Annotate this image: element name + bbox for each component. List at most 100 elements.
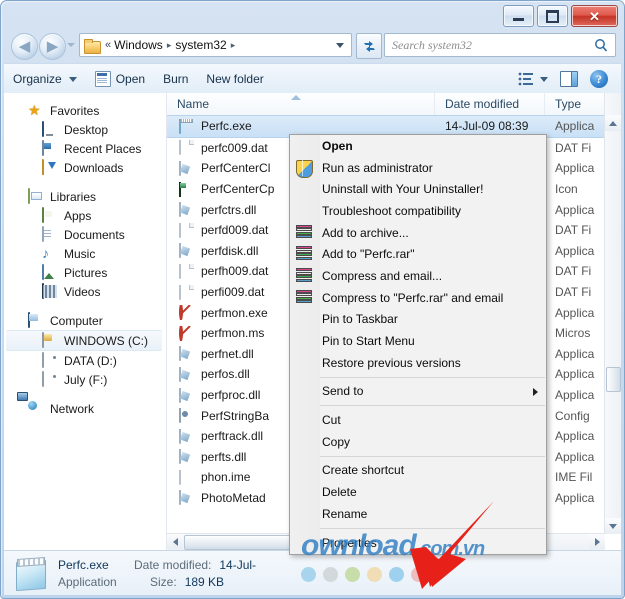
breadcrumb-overflow-icon[interactable]: « bbox=[105, 39, 111, 51]
menu-item-uninstall-with-your-uninstaller[interactable]: Uninstall with Your Uninstaller! bbox=[290, 178, 546, 200]
sidebar-label-documents: Documents bbox=[64, 227, 125, 242]
menu-item-properties[interactable]: Properties bbox=[290, 532, 546, 554]
menu-item-cut[interactable]: Cut bbox=[290, 409, 546, 431]
sidebar-label-apps: Apps bbox=[64, 208, 92, 223]
sidebar-label-pictures: Pictures bbox=[64, 265, 108, 280]
search-input[interactable]: Search system32 bbox=[392, 38, 472, 53]
search-box[interactable]: Search system32 bbox=[384, 33, 616, 57]
videos-icon bbox=[42, 283, 44, 299]
change-view-button[interactable] bbox=[513, 69, 553, 89]
menu-item-rename[interactable]: Rename bbox=[290, 503, 546, 525]
new-folder-button[interactable]: New folder bbox=[197, 67, 272, 91]
sidebar-item-pictures[interactable]: Pictures bbox=[4, 263, 166, 282]
file-type: Applica bbox=[555, 305, 595, 320]
organize-menu-button[interactable]: Organize bbox=[4, 67, 86, 91]
sidebar-item-desktop[interactable]: Desktop bbox=[4, 120, 166, 139]
apps-icon bbox=[42, 207, 44, 223]
preview-pane-button[interactable] bbox=[555, 68, 583, 90]
search-icon[interactable] bbox=[594, 38, 608, 53]
window-controls: ✕ bbox=[503, 5, 618, 27]
maximize-button[interactable] bbox=[537, 5, 568, 27]
file-name: perfdisk.dll bbox=[201, 243, 259, 258]
sidebar-item-favorites[interactable]: ★ Favorites bbox=[4, 101, 166, 120]
sidebar-item-july-f[interactable]: July (F:) bbox=[4, 370, 166, 389]
close-button[interactable]: ✕ bbox=[571, 5, 618, 27]
minimize-button[interactable] bbox=[503, 5, 534, 27]
dll-icon bbox=[179, 243, 181, 259]
menu-item-delete[interactable]: Delete bbox=[290, 481, 546, 503]
command-bar: Organize Open Burn New folder ? bbox=[4, 63, 621, 95]
vertical-scrollbar-thumb[interactable] bbox=[606, 367, 621, 392]
drive-icon bbox=[42, 352, 44, 368]
dll-icon bbox=[179, 366, 181, 382]
sidebar-item-music[interactable]: ♪ Music bbox=[4, 244, 166, 263]
menu-item-label: Troubleshoot compatibility bbox=[322, 203, 461, 218]
file-type: Applica bbox=[555, 388, 595, 403]
sidebar-label-music: Music bbox=[64, 246, 96, 261]
menu-item-add-to-archive[interactable]: Add to archive... bbox=[290, 222, 546, 244]
column-header-date-modified[interactable]: Date modified bbox=[435, 93, 545, 115]
menu-item-copy[interactable]: Copy bbox=[290, 431, 546, 453]
menu-item-create-shortcut[interactable]: Create shortcut bbox=[290, 460, 546, 482]
file-type: Applica bbox=[555, 449, 595, 464]
breadcrumb: « Windows ▸ system32 ▸ bbox=[104, 38, 239, 52]
address-bar[interactable]: « Windows ▸ system32 ▸ bbox=[79, 33, 352, 57]
menu-item-compress-to-perfc-rar-and-email[interactable]: Compress to "Perfc.rar" and email bbox=[290, 287, 546, 309]
sidebar-item-computer[interactable]: Computer bbox=[4, 311, 166, 330]
menu-item-add-to-perfc-rar[interactable]: Add to "Perfc.rar" bbox=[290, 243, 546, 265]
context-menu[interactable]: Open Run as administrator Uninstall with… bbox=[289, 134, 547, 555]
star-icon: ★ bbox=[28, 102, 41, 118]
breadcrumb-separator-icon[interactable]: ▸ bbox=[167, 40, 172, 51]
scroll-down-button[interactable] bbox=[605, 518, 621, 534]
menu-item-restore-previous-versions[interactable]: Restore previous versions bbox=[290, 352, 546, 374]
column-headers: Name Date modified Type bbox=[167, 93, 621, 116]
sidebar-item-recent-places[interactable]: Recent Places bbox=[4, 139, 166, 158]
sidebar-label-desktop: Desktop bbox=[64, 122, 109, 137]
scroll-up-button[interactable] bbox=[605, 115, 621, 131]
menu-item-compress-and-email[interactable]: Compress and email... bbox=[290, 265, 546, 287]
back-arrow-icon: ◀ bbox=[18, 37, 31, 55]
details-text: Perfc.exe Date modified: 14-Jul- Applica… bbox=[58, 558, 256, 589]
sidebar-item-network[interactable]: Network bbox=[4, 399, 166, 418]
menu-item-run-as-administrator[interactable]: Run as administrator bbox=[290, 157, 546, 179]
breadcrumb-separator-icon-2[interactable]: ▸ bbox=[231, 40, 236, 51]
forward-button[interactable]: ▶ bbox=[39, 33, 66, 60]
file-type: DAT Fi bbox=[555, 264, 592, 279]
sidebar-item-videos[interactable]: Videos bbox=[4, 282, 166, 301]
sidebar-item-data-d[interactable]: DATA (D:) bbox=[4, 351, 166, 370]
breadcrumb-item-windows[interactable]: Windows bbox=[114, 38, 163, 52]
sidebar-item-documents[interactable]: Documents bbox=[4, 225, 166, 244]
sidebar-item-downloads[interactable]: Downloads bbox=[4, 158, 166, 177]
file-name: perfi009.dat bbox=[201, 285, 265, 300]
history-dropdown-icon[interactable] bbox=[67, 43, 75, 47]
sidebar-item-windows-c[interactable]: WINDOWS (C:) bbox=[6, 330, 162, 351]
menu-item-troubleshoot-compatibility[interactable]: Troubleshoot compatibility bbox=[290, 200, 546, 222]
dll-icon bbox=[179, 202, 181, 218]
menu-item-open[interactable]: Open bbox=[290, 135, 546, 157]
column-header-name[interactable]: Name bbox=[167, 93, 435, 115]
sidebar-item-libraries[interactable]: Libraries bbox=[4, 187, 166, 206]
menu-item-pin-to-start-menu[interactable]: Pin to Start Menu bbox=[290, 330, 546, 352]
file-name: PerfCenterCp bbox=[201, 182, 275, 197]
burn-button[interactable]: Burn bbox=[154, 67, 197, 91]
scroll-left-button[interactable] bbox=[167, 534, 183, 549]
refresh-button[interactable] bbox=[356, 33, 382, 59]
minimize-icon bbox=[513, 17, 524, 21]
breadcrumb-item-system32[interactable]: system32 bbox=[175, 38, 226, 52]
scroll-right-button[interactable] bbox=[589, 534, 605, 549]
vertical-scrollbar[interactable] bbox=[604, 93, 621, 534]
open-button[interactable]: Open bbox=[86, 67, 154, 91]
menu-item-send-to[interactable]: Send to bbox=[290, 381, 546, 403]
column-header-type[interactable]: Type bbox=[545, 93, 605, 115]
documents-icon bbox=[42, 226, 44, 242]
sidebar-item-apps[interactable]: Apps bbox=[4, 206, 166, 225]
address-dropdown-button[interactable] bbox=[331, 34, 349, 56]
menu-item-label: Rename bbox=[322, 506, 368, 521]
help-button[interactable]: ? bbox=[585, 67, 613, 91]
menu-item-pin-to-taskbar[interactable]: Pin to Taskbar bbox=[290, 309, 546, 331]
menu-item-label: Cut bbox=[322, 413, 341, 428]
pictures-icon bbox=[42, 264, 44, 280]
music-note-icon: ♪ bbox=[42, 245, 49, 261]
navigation-pane[interactable]: ★ Favorites Desktop Recent Places Downlo… bbox=[4, 93, 166, 550]
back-button[interactable]: ◀ bbox=[11, 33, 38, 60]
